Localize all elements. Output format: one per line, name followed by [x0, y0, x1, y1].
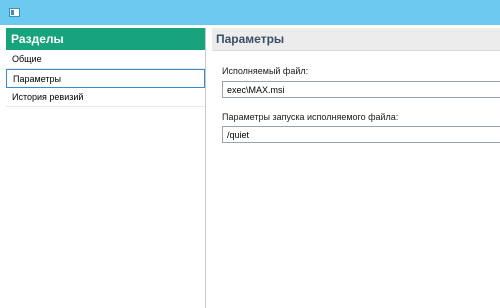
executable-file-input[interactable] — [222, 81, 500, 98]
page-title: Параметры — [212, 28, 500, 51]
title-bar — [0, 0, 500, 25]
settings-window: Разделы Общие Параметры История ревизий … — [6, 28, 500, 308]
launch-parameters-input[interactable] — [222, 126, 500, 143]
sidebar-item-parameters[interactable]: Параметры — [6, 69, 205, 88]
parameters-panel: Параметры Исполняемый файл: Параметры за… — [212, 28, 500, 308]
launch-parameters-label: Параметры запуска исполняемого файла: — [222, 112, 399, 122]
sidebar-title: Разделы — [6, 28, 205, 50]
executable-file-label: Исполняемый файл: — [222, 66, 309, 76]
sidebar-item-revision-history[interactable]: История ревизий — [6, 88, 205, 107]
app-window-icon — [9, 8, 20, 17]
sidebar-item-general[interactable]: Общие — [6, 50, 205, 69]
sections-sidebar: Разделы Общие Параметры История ревизий — [6, 28, 206, 308]
